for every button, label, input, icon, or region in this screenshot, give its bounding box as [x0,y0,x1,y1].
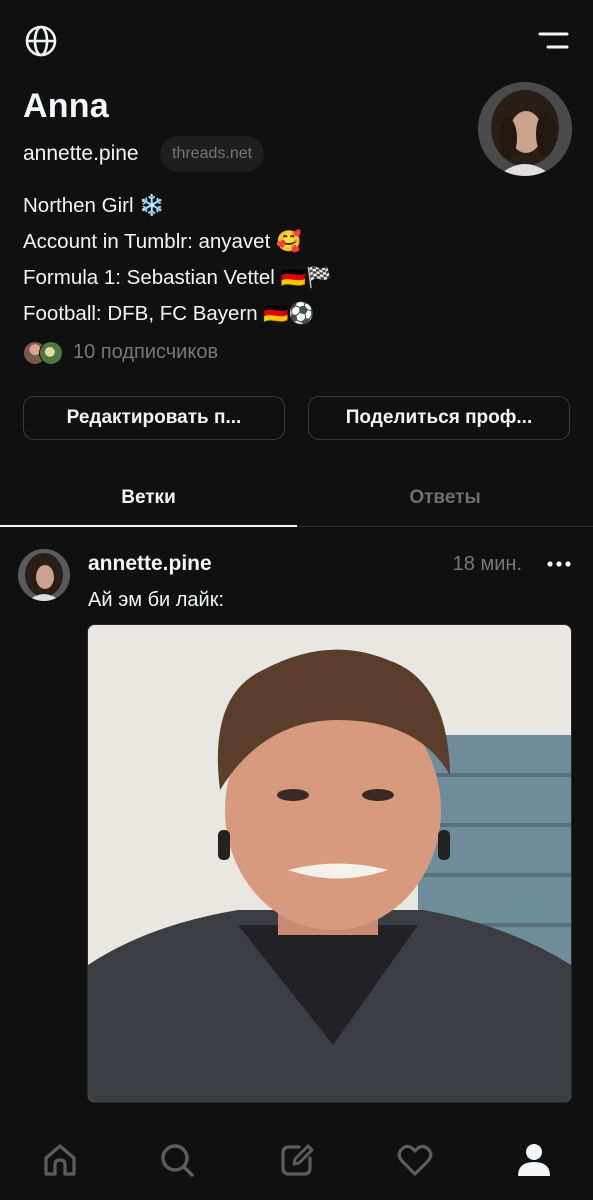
compose-icon[interactable] [277,1140,317,1180]
post-image[interactable] [87,624,572,1103]
menu-icon[interactable] [534,28,570,54]
bio-line: Formula 1: Sebastian Vettel 🇩🇪🏁 [23,266,332,289]
bio-line: Account in Tumblr: anyavet 🥰 [23,230,302,253]
tab-threads[interactable]: Ветки [0,470,297,526]
share-profile-button[interactable]: Поделиться проф... [308,396,570,440]
post-username[interactable]: annette.pine [88,550,212,578]
edit-profile-button[interactable]: Редактировать п... [23,396,285,440]
search-icon[interactable] [157,1140,197,1180]
post-text: Ай эм би лайк: [88,589,225,611]
follower-avatar [39,341,63,365]
followers-row[interactable]: 10 подписчиков [23,338,218,366]
bio-line: Football: DFB, FC Bayern 🇩🇪⚽ [23,302,315,325]
more-options-icon[interactable] [546,560,572,568]
tab-replies[interactable]: Ответы [297,470,593,526]
follower-avatars [23,340,65,365]
domain-badge[interactable]: threads.net [160,136,265,172]
followers-count: 10 подписчиков [73,340,219,363]
profile-icon[interactable] [514,1140,554,1180]
home-icon[interactable] [40,1140,80,1180]
profile-avatar[interactable] [478,82,572,176]
profile-display-name: Anna [23,87,109,125]
post-timestamp: 18 мин. [452,553,522,575]
tab-active-indicator [0,525,297,527]
heart-icon[interactable] [395,1140,435,1180]
globe-icon[interactable] [24,24,58,58]
post-avatar[interactable] [18,549,70,601]
bio-line: Northen Girl ❄️ [23,194,165,217]
profile-bio: Northen Girl ❄️ Account in Tumblr: anyav… [23,188,332,332]
profile-username: annette.pine [23,142,139,165]
